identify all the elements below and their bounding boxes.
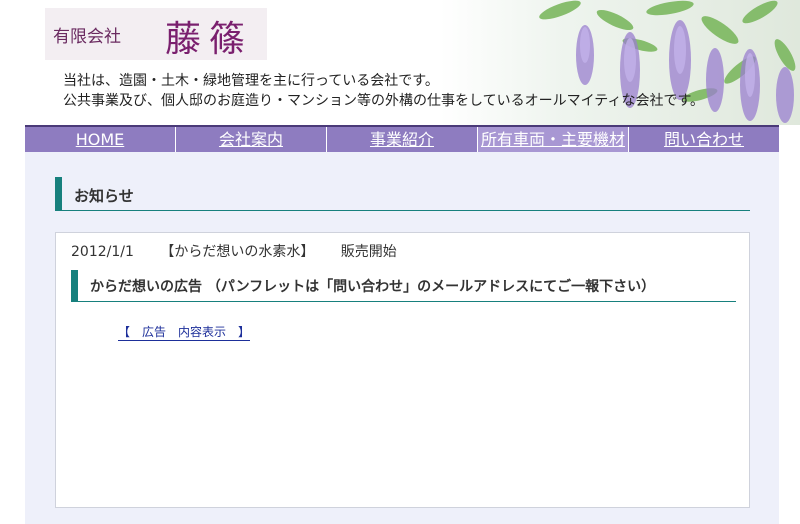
nav-vehicles-equipment[interactable]: 所有車両・主要機材 [478, 127, 629, 152]
news-product: 【からだ想いの水素水】 [160, 244, 315, 260]
news-meta: 2012/1/1 【からだ想いの水素水】 販売開始 [71, 241, 397, 261]
ad-content-link[interactable]: 【 広告 内容表示 】 [118, 323, 251, 341]
logo-company-type: 有限会社 [53, 27, 121, 47]
main-content: お知らせ 2012/1/1 【からだ想いの水素水】 販売開始 からだ想いの広告 … [25, 152, 779, 524]
news-heading-bar: からだ想いの広告 （パンフレットは「問い合わせ」のメールアドレスにてご一報下さい… [71, 270, 736, 302]
news-status: 販売開始 [340, 244, 397, 260]
site-header: 有限会社 藤篠 当社は、造園・土木・緑地管理を主に行っている会社です。 公共事業… [0, 0, 800, 125]
section-title-bar: お知らせ [55, 177, 750, 211]
news-box: 2012/1/1 【からだ想いの水素水】 販売開始 からだ想いの広告 （パンフレ… [55, 232, 750, 508]
main-navigation: HOME 会社案内 事業紹介 所有車両・主要機材 問い合わせ [25, 125, 779, 152]
company-logo[interactable]: 有限会社 藤篠 [45, 8, 267, 60]
logo-company-name: 藤篠 [165, 19, 254, 60]
nav-company-info[interactable]: 会社案内 [176, 127, 327, 152]
nav-home[interactable]: HOME [25, 127, 176, 152]
nav-business[interactable]: 事業紹介 [327, 127, 478, 152]
tagline-line-2: 公共事業及び、個人邸のお庭造り・マンション等の外構の仕事をしているオールマイティ… [63, 93, 705, 109]
tagline-line-1: 当社は、造園・土木・緑地管理を主に行っている会社です。 [63, 73, 439, 89]
section-title: お知らせ [74, 187, 134, 205]
nav-contact[interactable]: 問い合わせ [629, 127, 779, 152]
news-heading: からだ想いの広告 （パンフレットは「問い合わせ」のメールアドレスにてご一報下さい… [90, 279, 656, 295]
news-date: 2012/1/1 [71, 244, 134, 260]
